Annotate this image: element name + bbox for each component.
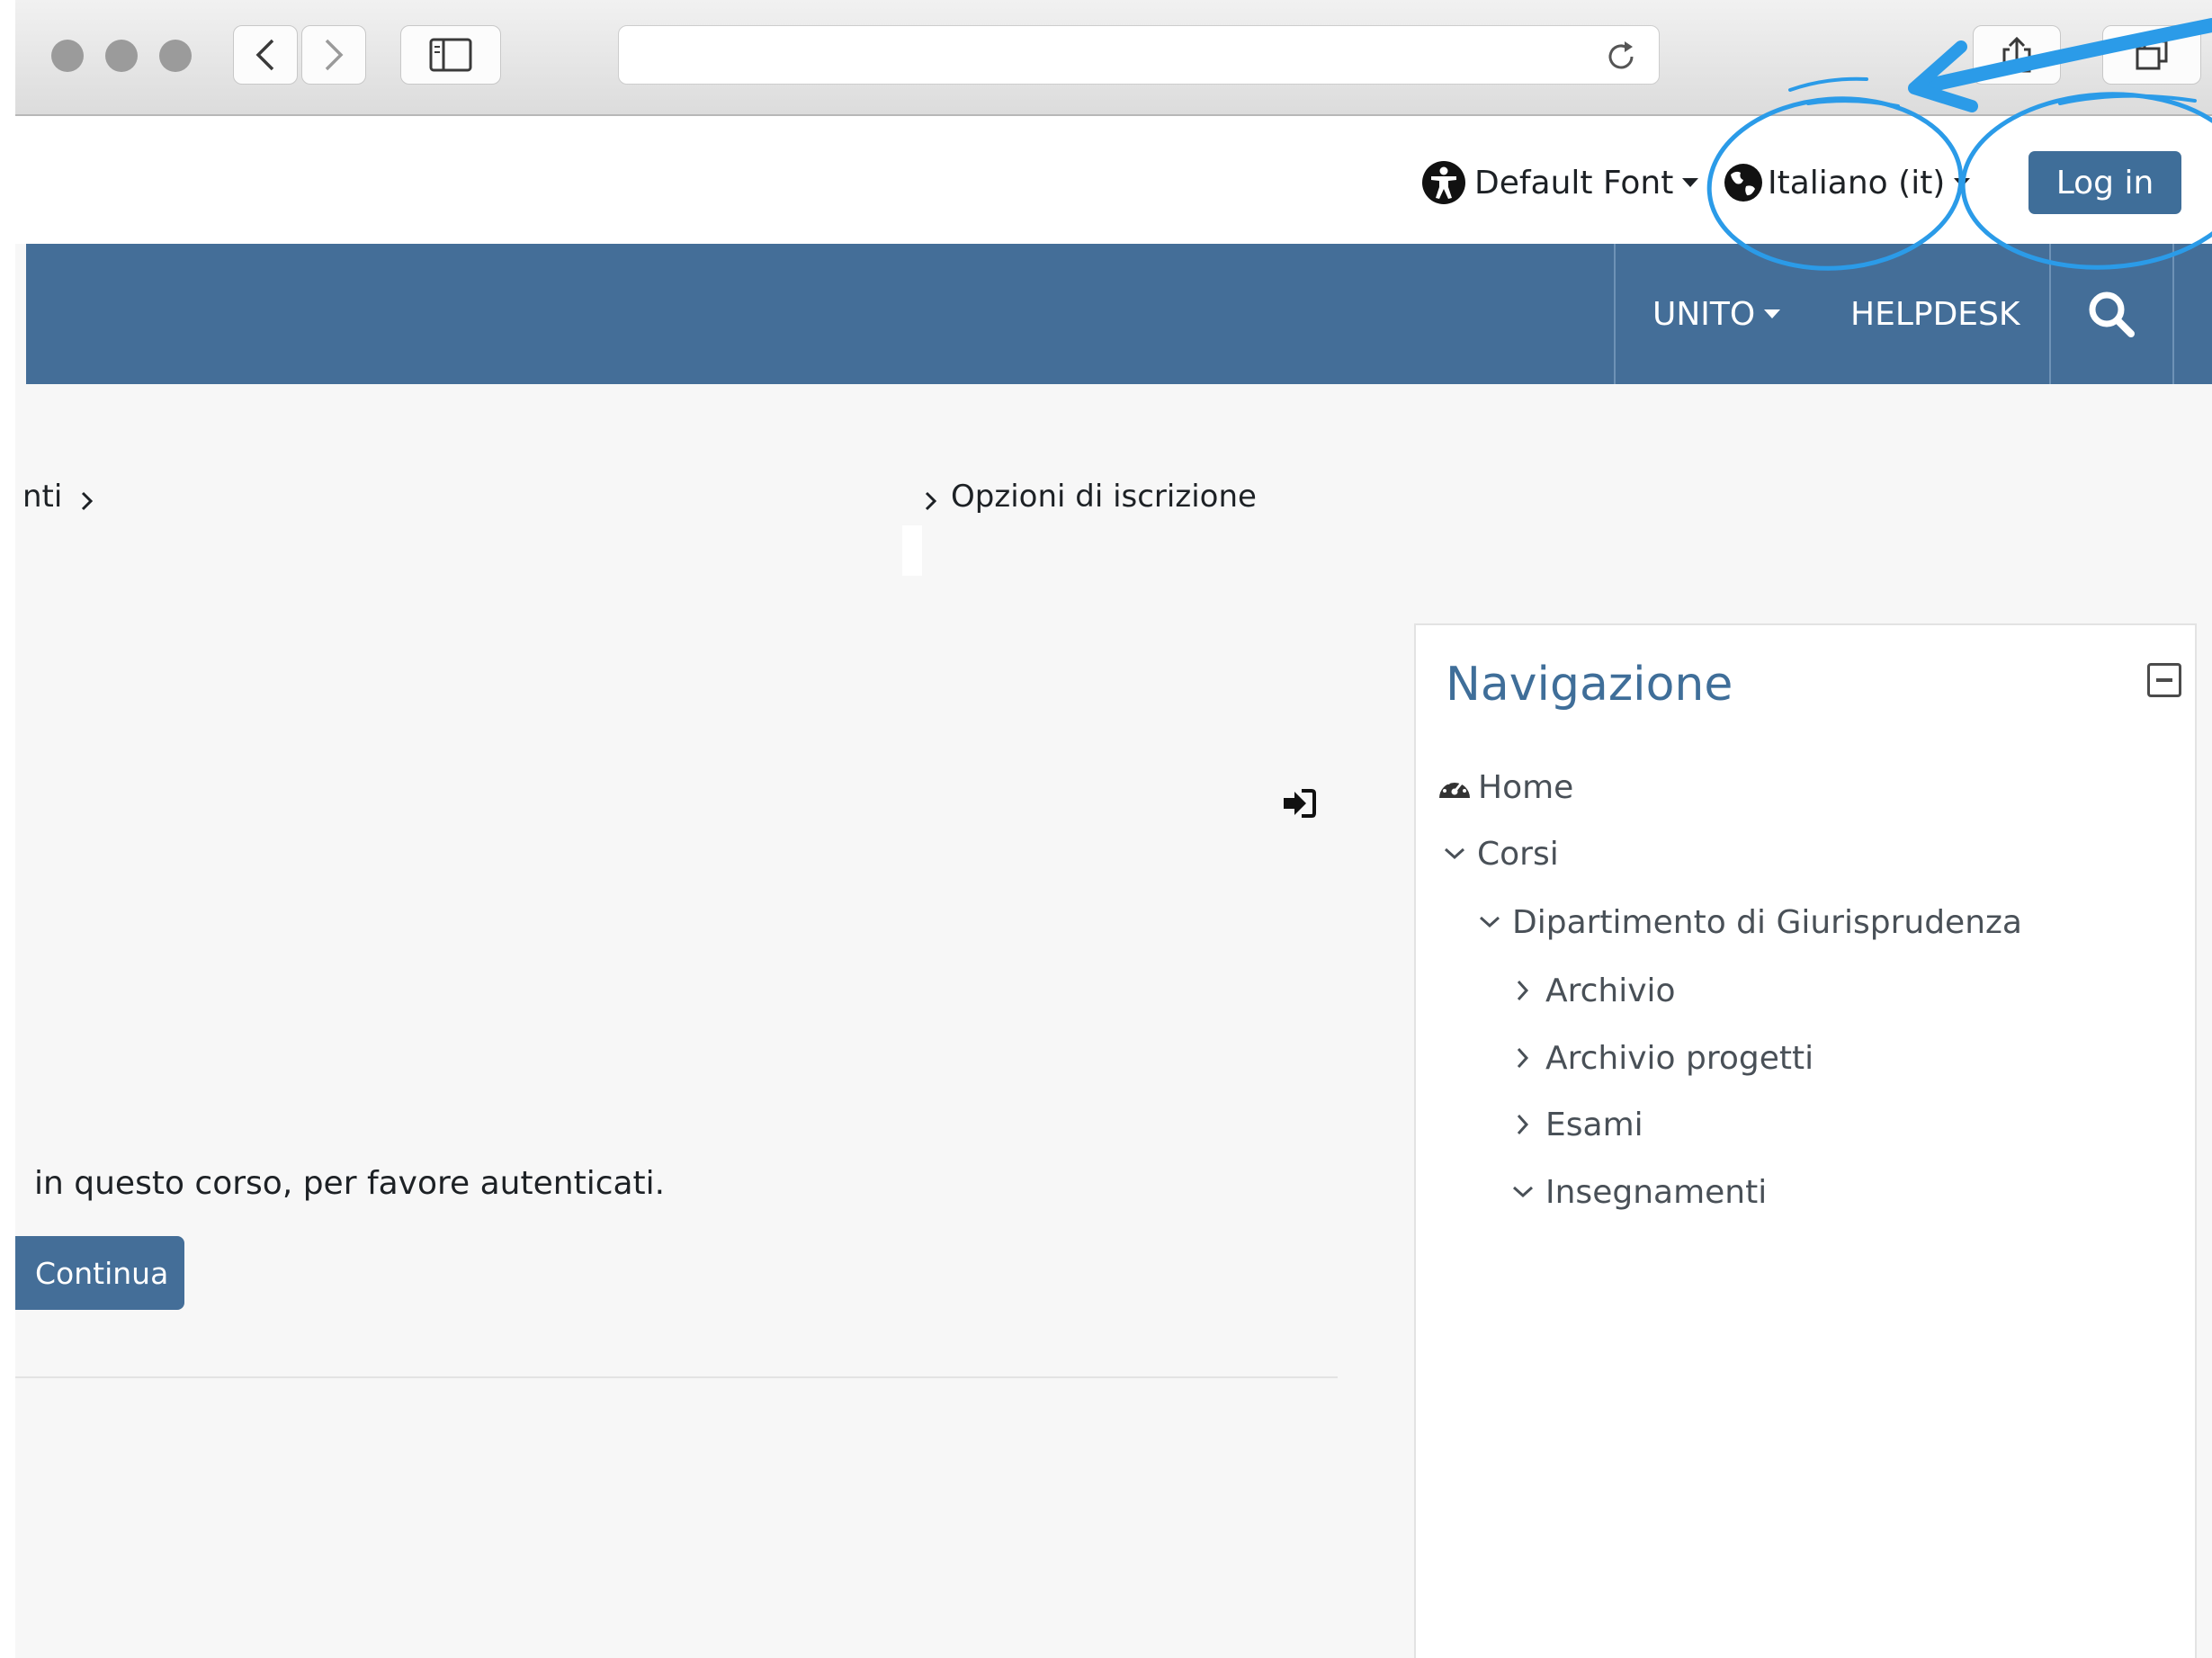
sidebar-icon [429,38,472,72]
nav-item-label: Corsi [1477,835,1559,873]
helpdesk-label: HELPDESK [1850,295,2020,333]
breadcrumb-separator-icon [925,491,937,511]
chevron-right-icon [1517,1047,1529,1069]
chevron-down-icon [1512,1186,1534,1198]
forward-button[interactable] [301,25,366,85]
zoom-window-button[interactable] [159,40,192,72]
language-label: Italiano (it) [1768,164,1946,202]
chevron-right-icon [325,39,344,71]
nav-item-label: Dipartimento di Giurisprudenza [1512,903,2022,941]
nav-item-label: Home [1478,768,1574,806]
accessibility-icon [1422,161,1465,204]
navbar-divider [1614,244,1616,384]
breadcrumb-separator-icon [81,491,94,511]
reload-icon[interactable] [1603,39,1639,75]
navbar-divider [2049,244,2051,384]
nav-item-dipartimento[interactable]: Dipartimento di Giurisprudenza [1478,900,2022,945]
nav-item-esami[interactable]: Esami [1511,1102,1643,1147]
nav-item-label: Esami [1545,1106,1643,1143]
main-navbar: UNITO HELPDESK [26,244,2212,384]
navigation-title: Navigazione [1446,658,1733,712]
caret-down-icon [1764,309,1781,318]
nav-item-archivio[interactable]: Archivio [1511,968,1676,1013]
minimize-window-button[interactable] [105,40,138,72]
nav-item-label: Archivio progetti [1545,1039,1814,1077]
breadcrumb-current: Opzioni di iscrizione [951,479,1257,515]
breadcrumb-redaction [902,525,922,576]
navbar-divider [2172,244,2174,384]
close-window-button[interactable] [51,40,84,72]
web-page: Default Font Italiano (it) Log in UNITO … [15,116,2212,1658]
caret-down-icon [1682,178,1699,187]
breadcrumb-item[interactable]: nti [22,479,62,515]
top-utility-bar: Default Font Italiano (it) Log in [15,116,2212,244]
login-button[interactable]: Log in [2028,151,2181,214]
sign-in-icon[interactable] [1282,788,1316,819]
chevron-right-icon [1517,980,1529,1001]
unito-menu-label: UNITO [1652,295,1756,333]
nav-item-label: Insegnamenti [1545,1173,1768,1211]
continue-button[interactable]: Continua [15,1236,184,1310]
chevron-left-icon [255,39,274,71]
font-size-dropdown[interactable]: Default Font [1420,157,1699,208]
nav-item-corsi[interactable]: Corsi [1443,831,1559,876]
login-required-message: in questo corso, per favore autenticati. [34,1165,666,1202]
share-button[interactable] [1973,25,2061,85]
navigation-block: Navigazione Home Corsi Dipartimento di G… [1414,623,2197,1658]
nav-item-label: Archivio [1545,972,1676,1009]
caret-down-icon [1954,178,1971,187]
back-button[interactable] [233,25,298,85]
browser-toolbar [15,0,2212,116]
nav-item-home[interactable]: Home [1437,765,1573,810]
collapse-block-icon[interactable] [2147,663,2181,697]
chevron-down-icon [1444,847,1465,860]
font-size-label: Default Font [1474,164,1674,202]
address-bar[interactable] [618,25,1660,85]
sidebar-toggle-button[interactable] [400,25,501,85]
chevron-down-icon [1479,916,1500,928]
globe-icon [1724,164,1762,202]
tabs-overview-button[interactable] [2102,25,2201,85]
chevron-right-icon [1517,1114,1529,1135]
tabs-icon [2136,40,2168,70]
content-divider [15,1376,1338,1378]
helpdesk-link[interactable]: HELPDESK [1850,289,2020,339]
nav-item-insegnamenti[interactable]: Insegnamenti [1511,1170,1767,1214]
nav-item-archivio-progetti[interactable]: Archivio progetti [1511,1035,1813,1080]
share-icon [2002,36,2031,73]
language-dropdown[interactable]: Italiano (it) [1723,157,1971,208]
search-icon[interactable] [2086,289,2136,339]
unito-menu[interactable]: UNITO [1652,289,1781,339]
dashboard-icon [1439,781,1470,798]
